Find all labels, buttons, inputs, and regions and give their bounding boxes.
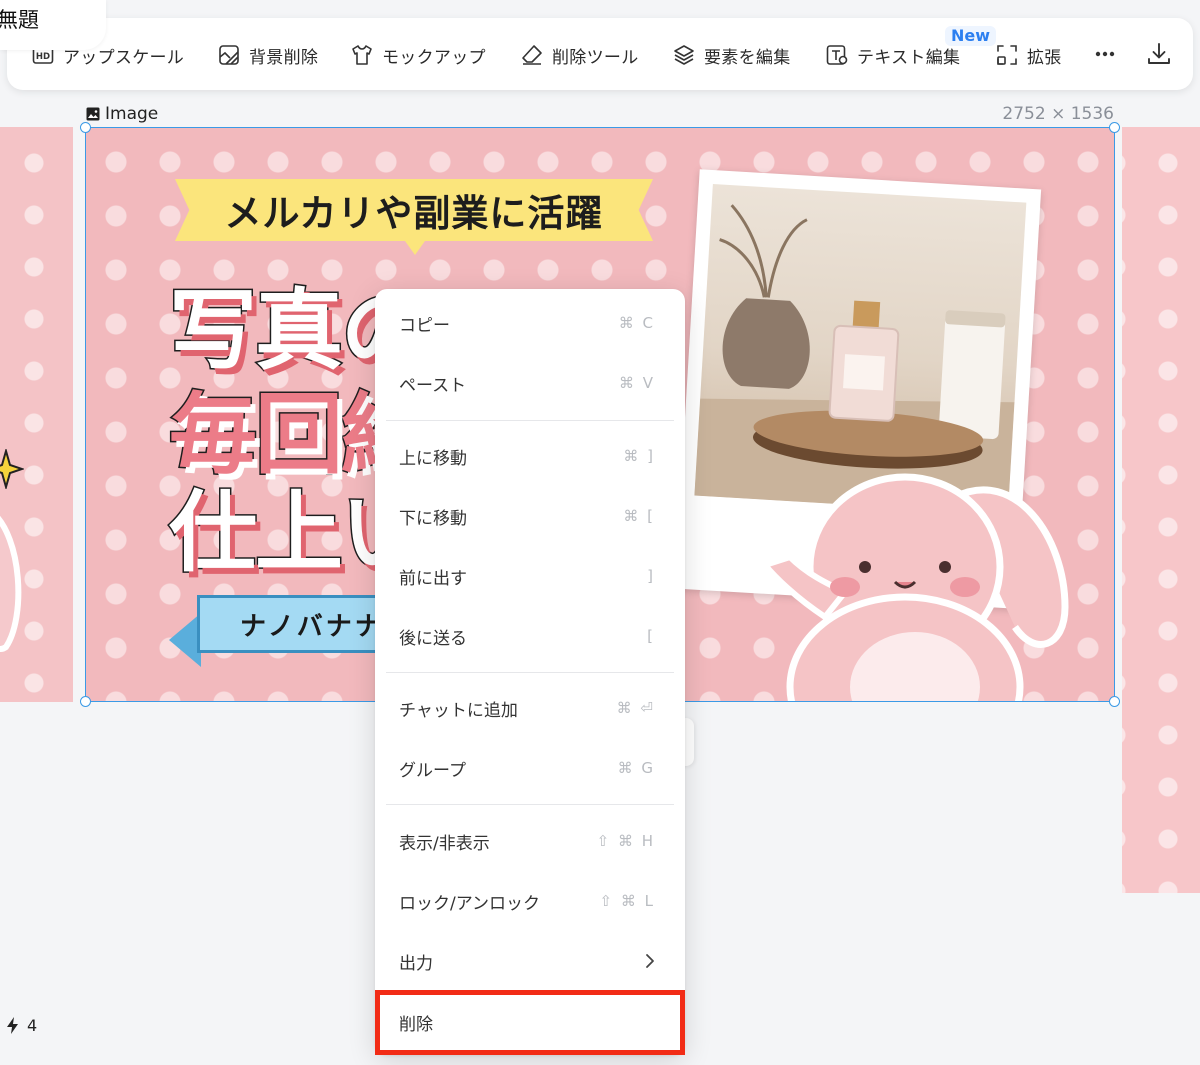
previous-canvas-thumbnail[interactable]	[0, 127, 73, 702]
menu-item-move-down[interactable]: 下に移動 ⌘ [	[375, 486, 685, 546]
menu-item-copy[interactable]: コピー ⌘ C	[375, 293, 685, 353]
image-icon	[86, 107, 100, 121]
shortcut-label: ⌘ ]	[623, 447, 655, 465]
design-banner: メルカリや副業に活躍	[175, 179, 653, 241]
menu-item-send-to-back[interactable]: 後に送る [	[375, 606, 685, 666]
element-type-label: Image	[86, 104, 158, 124]
resize-handle-bottom-left[interactable]	[80, 696, 91, 707]
shortcut-label: ⌘ ⏎	[616, 699, 655, 717]
top-toolbar: HD アップスケール 背景削除 モックアップ 削除ツール 要素を編集 テキスト編…	[7, 18, 1193, 90]
bolt-icon	[7, 1017, 18, 1034]
download-icon	[1148, 43, 1170, 64]
more-horizontal-icon	[1095, 51, 1115, 57]
expand-button[interactable]: 拡張	[995, 42, 1062, 68]
shortcut-label: ⇧ ⌘ H	[596, 832, 655, 850]
shortcut-label: ⌘ G	[617, 759, 655, 777]
menu-item-delete[interactable]: 削除	[375, 990, 685, 1055]
menu-item-group[interactable]: グループ ⌘ G	[375, 738, 685, 798]
download-button[interactable]	[1146, 41, 1172, 67]
resize-handle-top-right[interactable]	[1109, 122, 1120, 133]
image-dimensions: 2752 × 1536	[1002, 104, 1114, 124]
shortcut-label: ⌘ [	[623, 507, 655, 525]
bunny-ear-shape	[0, 515, 22, 652]
credits-counter[interactable]: 4	[6, 1016, 37, 1035]
resize-handle-top-left[interactable]	[80, 122, 91, 133]
more-options-button[interactable]	[1093, 42, 1117, 66]
menu-divider	[386, 420, 674, 421]
menu-item-add-to-chat[interactable]: チャットに追加 ⌘ ⏎	[375, 678, 685, 738]
eraser-icon	[522, 45, 542, 65]
new-badge: New	[945, 26, 997, 46]
banner-pointer	[405, 241, 425, 255]
chevron-right-icon	[646, 954, 654, 968]
remove-bg-icon	[219, 45, 239, 65]
tshirt-icon	[352, 45, 372, 65]
next-canvas-thumbnail[interactable]	[1122, 127, 1200, 893]
mockup-button[interactable]: モックアップ	[350, 42, 486, 68]
layers-icon	[674, 45, 694, 65]
menu-item-paste[interactable]: ペースト ⌘ V	[375, 353, 685, 413]
menu-item-lock-unlock[interactable]: ロック/アンロック ⇧ ⌘ L	[375, 871, 685, 931]
remove-background-button[interactable]: 背景削除	[217, 42, 318, 68]
menu-item-move-up[interactable]: 上に移動 ⌘ ]	[375, 426, 685, 486]
document-title: 無題	[0, 8, 39, 32]
menu-item-export[interactable]: 出力	[375, 931, 685, 991]
sparkle-icon	[0, 449, 24, 489]
text-edit-button[interactable]: テキスト編集	[825, 42, 960, 68]
shortcut-label: ⌘ V	[618, 374, 655, 392]
shortcut-label: ⌘ C	[618, 314, 655, 332]
menu-divider	[386, 672, 674, 673]
edit-elements-button[interactable]: 要素を編集	[672, 42, 791, 68]
expand-icon	[997, 45, 1017, 65]
eraser-tool-button[interactable]: 削除ツール	[520, 42, 639, 68]
text-edit-icon	[826, 45, 848, 65]
menu-item-bring-to-front[interactable]: 前に出す ]	[375, 546, 685, 606]
resize-handle-bottom-right[interactable]	[1109, 696, 1120, 707]
document-title-tab[interactable]: 無題	[0, 0, 106, 50]
shortcut-label: ⇧ ⌘ L	[599, 892, 655, 910]
menu-divider	[386, 804, 674, 805]
menu-item-show-hide[interactable]: 表示/非表示 ⇧ ⌘ H	[375, 811, 685, 871]
shortcut-label: ]	[647, 567, 655, 585]
shortcut-label: [	[647, 627, 655, 645]
bunny-character	[765, 473, 1069, 702]
context-menu: コピー ⌘ C ペースト ⌘ V 上に移動 ⌘ ] 下に移動 ⌘ [ 前に出す …	[375, 289, 685, 1055]
svg-text:HD: HD	[36, 52, 50, 62]
